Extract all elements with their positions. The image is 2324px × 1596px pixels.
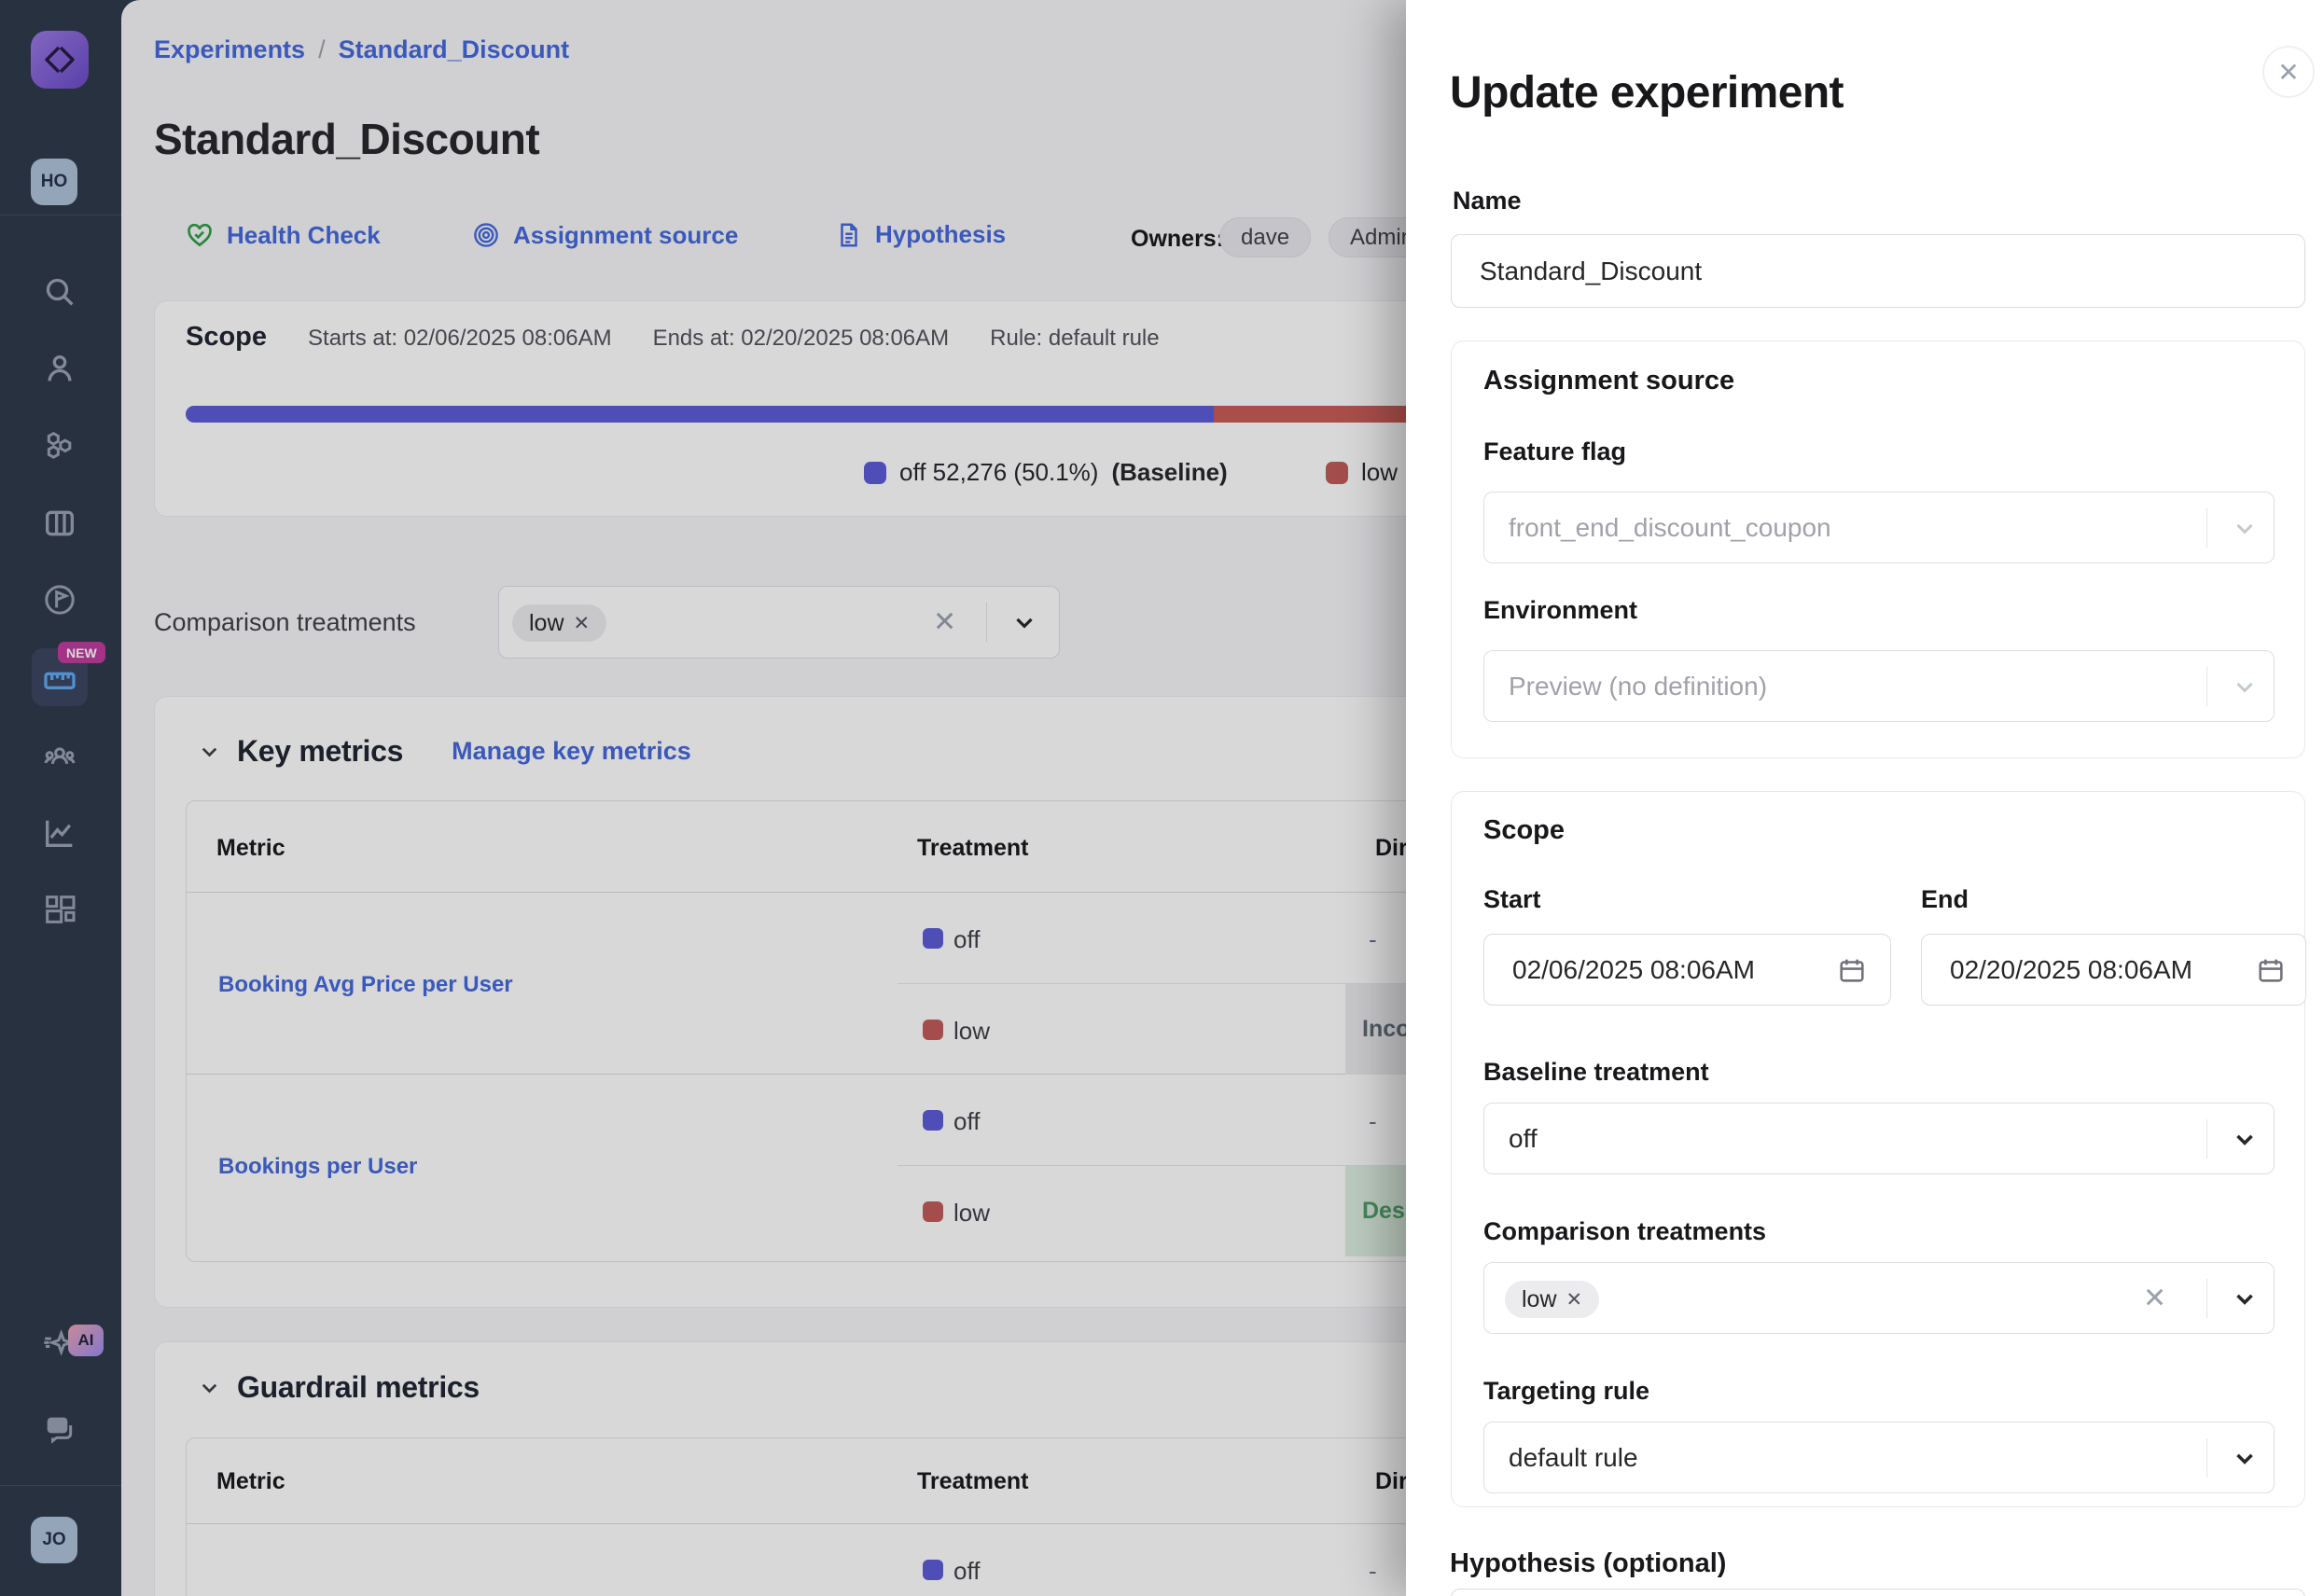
name-input[interactable]: Standard_Discount (1451, 234, 2305, 308)
baseline-treatment-value: off (1509, 1124, 1538, 1154)
feature-flag-select[interactable]: front_end_discount_coupon (1483, 492, 2275, 563)
tag-label: low (1522, 1286, 1557, 1313)
targeting-rule-value: default rule (1509, 1443, 1638, 1473)
comparison-treatments-label: Comparison treatments (1483, 1217, 1766, 1246)
panel-title: Update experiment (1450, 67, 1844, 118)
calendar-icon[interactable] (2255, 954, 2287, 986)
app-window: HO NEW (0, 0, 2324, 1596)
end-label: End (1921, 885, 1969, 914)
targeting-rule-label: Targeting rule (1483, 1377, 1649, 1406)
baseline-treatment-label: Baseline treatment (1483, 1058, 1709, 1087)
feature-flag-value: front_end_discount_coupon (1509, 513, 1831, 543)
chevron-down-icon[interactable] (2231, 1444, 2259, 1472)
start-label: Start (1483, 885, 1541, 914)
hypothesis-textarea[interactable] (1451, 1589, 2305, 1596)
clear-selection-icon[interactable]: ✕ (2143, 1282, 2166, 1314)
calendar-icon[interactable] (1836, 954, 1868, 986)
name-value: Standard_Discount (1480, 257, 1702, 286)
chevron-down-icon[interactable] (2231, 1125, 2259, 1153)
start-date-value: 02/06/2025 08:06AM (1512, 955, 1755, 985)
environment-select[interactable]: Preview (no definition) (1483, 650, 2275, 722)
modal-dim-overlay (0, 0, 1406, 1596)
assignment-source-title: Assignment source (1483, 366, 1734, 396)
environment-value: Preview (no definition) (1509, 672, 1767, 701)
end-date-value: 02/20/2025 08:06AM (1950, 955, 2192, 985)
hypothesis-optional-label: Hypothesis (optional) (1450, 1548, 1726, 1579)
assignment-source-card: Assignment source Feature flag front_end… (1451, 340, 2305, 758)
baseline-treatment-select[interactable]: off (1483, 1103, 2275, 1174)
tag-remove-icon[interactable]: ✕ (1566, 1288, 1583, 1311)
comparison-treatments-select[interactable]: low ✕ ✕ (1483, 1262, 2275, 1334)
treatment-tag-low[interactable]: low ✕ (1505, 1281, 1599, 1318)
environment-label: Environment (1483, 596, 1637, 625)
chevron-down-icon[interactable] (2231, 514, 2259, 542)
scope-card: Scope Start End 02/06/2025 08:06AM 02/20… (1451, 791, 2305, 1507)
close-icon[interactable]: ✕ (2262, 46, 2315, 98)
update-experiment-panel: ✕ Update experiment Name Standard_Discou… (1406, 0, 2324, 1596)
scope-title: Scope (1483, 815, 1565, 846)
end-date-input[interactable]: 02/20/2025 08:06AM (1921, 934, 2306, 1006)
chevron-down-icon[interactable] (2231, 673, 2259, 701)
feature-flag-label: Feature flag (1483, 437, 1626, 466)
targeting-rule-select[interactable]: default rule (1483, 1422, 2275, 1493)
chevron-down-icon[interactable] (2231, 1284, 2259, 1312)
start-date-input[interactable]: 02/06/2025 08:06AM (1483, 934, 1891, 1006)
name-label: Name (1453, 187, 1522, 215)
